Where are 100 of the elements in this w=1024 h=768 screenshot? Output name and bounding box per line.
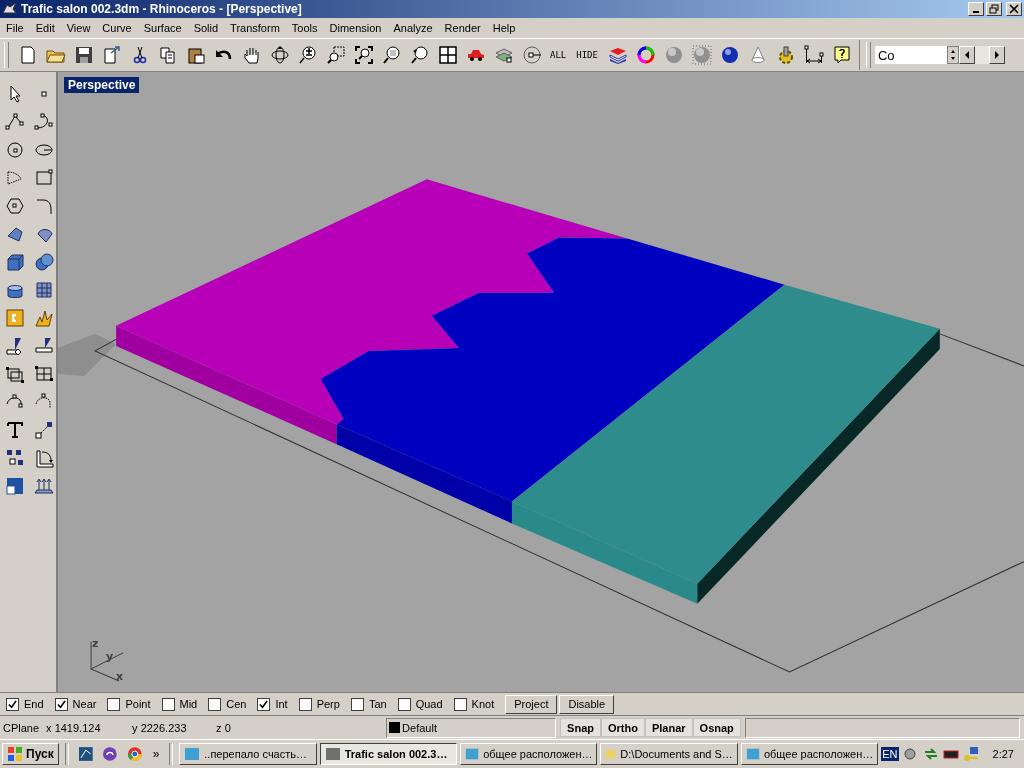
network-key-icon[interactable] — [962, 746, 979, 762]
magnifier-arrow-icon[interactable] — [410, 45, 430, 65]
osnap-checkbox[interactable]: End — [6, 697, 44, 711]
taskbar-button[interactable]: общее расположен… — [460, 743, 598, 765]
polyline-icon[interactable] — [4, 112, 25, 132]
checkbox[interactable] — [208, 697, 222, 711]
menu-item[interactable]: Curve — [96, 22, 138, 34]
menu-item[interactable]: Tools — [285, 22, 324, 34]
menu-item[interactable]: Edit — [29, 22, 61, 34]
osnap-checkbox[interactable]: Cen — [208, 697, 247, 711]
menu-item[interactable]: View — [60, 22, 97, 34]
squares-icon[interactable] — [4, 448, 25, 468]
status-toggle[interactable]: Snap — [560, 718, 601, 737]
osnap-checkbox[interactable]: Near — [54, 697, 97, 711]
osnap-checkbox[interactable]: Knot — [453, 697, 495, 711]
burst-icon[interactable] — [33, 308, 54, 328]
osnap-checkbox[interactable]: Tan — [350, 697, 387, 711]
glossy-sphere-icon[interactable] — [719, 45, 740, 65]
group-icon[interactable] — [4, 364, 25, 384]
window-app-icon[interactable] — [77, 746, 94, 762]
text-tool-icon[interactable] — [4, 420, 25, 440]
start-button[interactable]: Пуск — [2, 743, 59, 765]
layer-name[interactable]: Default — [402, 721, 437, 734]
menu-item[interactable]: File — [0, 22, 30, 34]
layer-field[interactable]: Co — [874, 46, 947, 64]
magnifier-corners-icon[interactable] — [354, 45, 374, 65]
taskbar-button[interactable]: ..перепало счасть… — [179, 743, 317, 765]
toolbar-text-button[interactable]: HIDE — [576, 50, 598, 60]
osnap-checkbox[interactable]: Mid — [161, 697, 198, 711]
menu-item[interactable]: Render — [438, 22, 487, 34]
osnap-checkbox[interactable]: Int — [257, 697, 288, 711]
window-title: Trafic salon 002.3dm - Rhinoceros - [Perspective] — [21, 2, 303, 16]
checkbox[interactable] — [453, 697, 467, 711]
spheres-icon[interactable] — [33, 252, 54, 272]
taskbar-button[interactable]: Trafic salon 002.3… — [319, 743, 458, 765]
help-icon[interactable] — [831, 45, 852, 65]
page-arrow-icon[interactable] — [102, 45, 122, 65]
language-indicator[interactable]: EN — [881, 747, 899, 761]
ungroup-icon[interactable] — [33, 364, 54, 384]
swirl-app-icon[interactable] — [102, 746, 118, 762]
rectangle-icon[interactable] — [33, 168, 54, 188]
dimension-icon[interactable] — [803, 45, 824, 65]
checkbox[interactable] — [107, 697, 121, 711]
mesh-icon[interactable] — [33, 280, 54, 300]
checkbox[interactable] — [54, 697, 68, 711]
status-toggle[interactable]: Planar — [644, 718, 693, 737]
menu-item[interactable]: Help — [486, 22, 522, 34]
more-button[interactable]: » — [152, 747, 160, 761]
menu-item[interactable]: Analyze — [387, 22, 439, 34]
four-panes-icon[interactable] — [438, 45, 458, 65]
curve-icon[interactable] — [33, 112, 54, 132]
color-wheel-icon[interactable] — [635, 45, 656, 65]
menu-item[interactable]: Solid — [187, 22, 225, 34]
checkbox[interactable] — [257, 697, 271, 711]
osnap-checkbox[interactable]: Quad — [397, 697, 443, 711]
toolbar-text-button[interactable]: ALL — [550, 50, 567, 60]
restore-button[interactable] — [986, 2, 1002, 16]
menu-item[interactable]: Transform — [224, 22, 286, 34]
magnifier-icon[interactable] — [298, 45, 318, 65]
menu-item[interactable]: Surface — [137, 22, 188, 34]
circle-point-icon[interactable] — [522, 45, 542, 65]
taskbar-button[interactable]: общее расположен… — [740, 743, 879, 765]
status-toggle[interactable]: Ortho — [601, 718, 645, 737]
browser-icon[interactable] — [127, 746, 143, 762]
spinner-icon[interactable] — [946, 46, 959, 64]
speaker-icon[interactable] — [902, 746, 919, 762]
pages-icon[interactable] — [158, 45, 178, 65]
box-icon[interactable] — [4, 252, 25, 272]
minimize-button[interactable] — [968, 2, 984, 16]
checkbox[interactable] — [350, 697, 364, 711]
puzzle-square-icon[interactable] — [4, 308, 25, 328]
trim-icon[interactable] — [33, 336, 54, 356]
page-icon[interactable] — [18, 45, 38, 65]
checkbox[interactable] — [298, 697, 312, 711]
checkbox[interactable] — [397, 697, 411, 711]
close-button[interactable] — [1006, 2, 1022, 16]
axis-label: z — [92, 636, 99, 650]
osnap-checkbox[interactable]: Perp — [298, 697, 340, 711]
hand-icon[interactable] — [242, 45, 262, 65]
layers-icon[interactable] — [607, 45, 628, 65]
magnifier-window-icon[interactable] — [326, 45, 346, 65]
osnap-button[interactable]: Project — [505, 694, 558, 714]
bend-icon[interactable] — [33, 448, 54, 468]
osnap-checkbox[interactable]: Point — [107, 697, 151, 711]
close-icon — [1009, 4, 1019, 14]
clipboard-icon[interactable] — [186, 45, 206, 65]
viewport-title-tab[interactable]: Perspective — [64, 77, 140, 93]
panel-icon[interactable] — [4, 476, 25, 496]
menu-item[interactable]: Dimension — [323, 22, 388, 34]
checkbox[interactable] — [161, 697, 175, 711]
osnap-button[interactable]: Disable — [559, 694, 615, 714]
status-toggle[interactable]: Osnap — [692, 718, 741, 737]
checkbox[interactable] — [6, 697, 19, 711]
magnifier-square-icon[interactable] — [382, 45, 402, 65]
orbit-icon[interactable] — [270, 45, 290, 65]
taskbar-button[interactable]: D:\Documents and S… — [600, 743, 738, 765]
arrows-up-icon[interactable] — [33, 476, 54, 496]
scale-icon[interactable] — [33, 420, 54, 440]
hexagon-icon[interactable] — [4, 196, 25, 216]
circle-icon[interactable] — [4, 140, 25, 160]
